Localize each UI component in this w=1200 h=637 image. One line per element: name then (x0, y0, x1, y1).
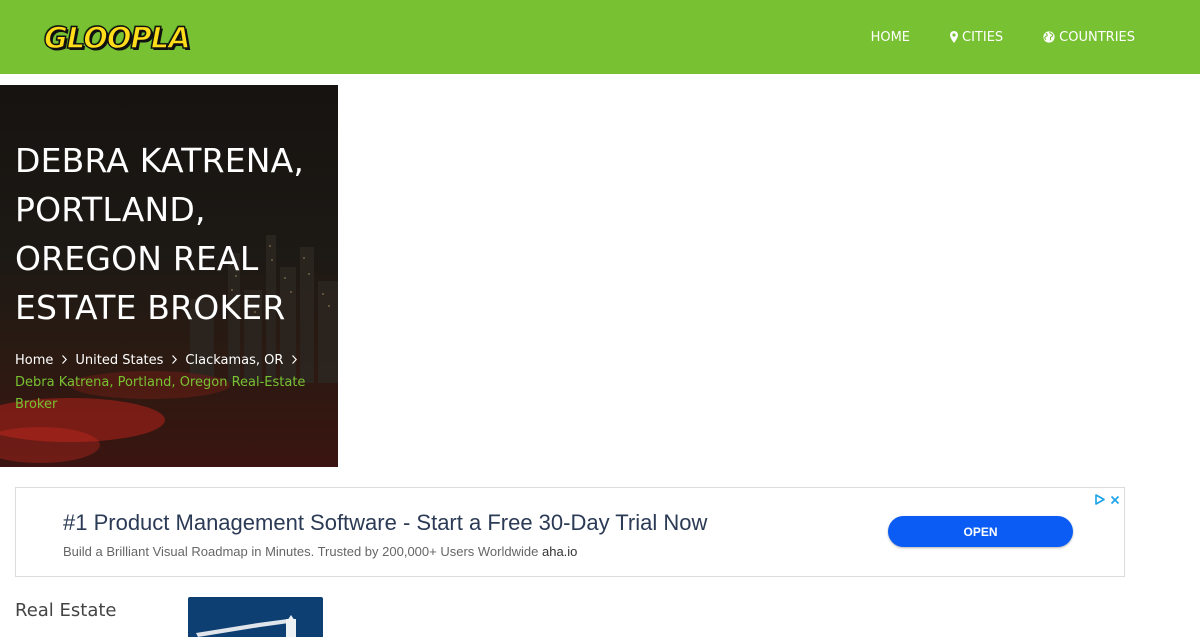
ad-description: Build a Brilliant Visual Roadmap in Minu… (63, 544, 577, 559)
ad-description-text: Build a Brilliant Visual Roadmap in Minu… (63, 544, 539, 559)
chevron-right-icon (62, 355, 68, 364)
chevron-right-icon (292, 355, 298, 364)
hero-banner: DEBRA KATRENA, PORTLAND, OREGON REAL EST… (0, 85, 338, 467)
thumbnail-image (196, 615, 296, 637)
ad-controls (1090, 490, 1120, 509)
logo-text: GLOOPLA (43, 20, 191, 55)
nav-home[interactable]: HOME (871, 30, 910, 45)
close-icon[interactable] (1110, 490, 1120, 509)
nav-countries[interactable]: COUNTRIES (1043, 30, 1135, 45)
nav-cities-label: CITIES (962, 29, 1004, 45)
breadcrumb-clackamas[interactable]: Clackamas, OR (185, 353, 283, 368)
page-title: DEBRA KATRENA, PORTLAND, OREGON REAL EST… (15, 141, 305, 327)
breadcrumb: Home United States Clackamas, OR Debra Katr… (15, 350, 325, 416)
map-marker-icon (950, 31, 959, 43)
ad-title[interactable]: #1 Product Management Software - Start a… (63, 510, 707, 536)
adchoices-icon[interactable] (1095, 490, 1105, 509)
site-logo[interactable]: GLOOPLA (43, 20, 191, 56)
breadcrumb-united-states[interactable]: United States (75, 353, 163, 368)
breadcrumb-current: Debra Katrena, Portland, Oregon Real-Est… (15, 375, 306, 412)
breadcrumb-home[interactable]: Home (15, 353, 53, 368)
globe-icon (1043, 31, 1055, 43)
top-navbar: GLOOPLA HOME CITIES COUNTRIES (0, 0, 1200, 74)
ad-banner[interactable]: #1 Product Management Software - Start a… (15, 487, 1125, 577)
category-label: Real Estate (15, 600, 117, 621)
nav-cities[interactable]: CITIES (950, 30, 1003, 45)
chevron-right-icon (172, 355, 178, 364)
nav-home-label: HOME (870, 29, 911, 45)
main-nav: HOME CITIES COUNTRIES (831, 0, 1135, 74)
ad-domain[interactable]: aha.io (542, 544, 577, 559)
nav-countries-label: COUNTRIES (1059, 29, 1135, 45)
listing-thumbnail[interactable] (188, 597, 323, 637)
ad-open-button[interactable]: OPEN (888, 516, 1073, 547)
